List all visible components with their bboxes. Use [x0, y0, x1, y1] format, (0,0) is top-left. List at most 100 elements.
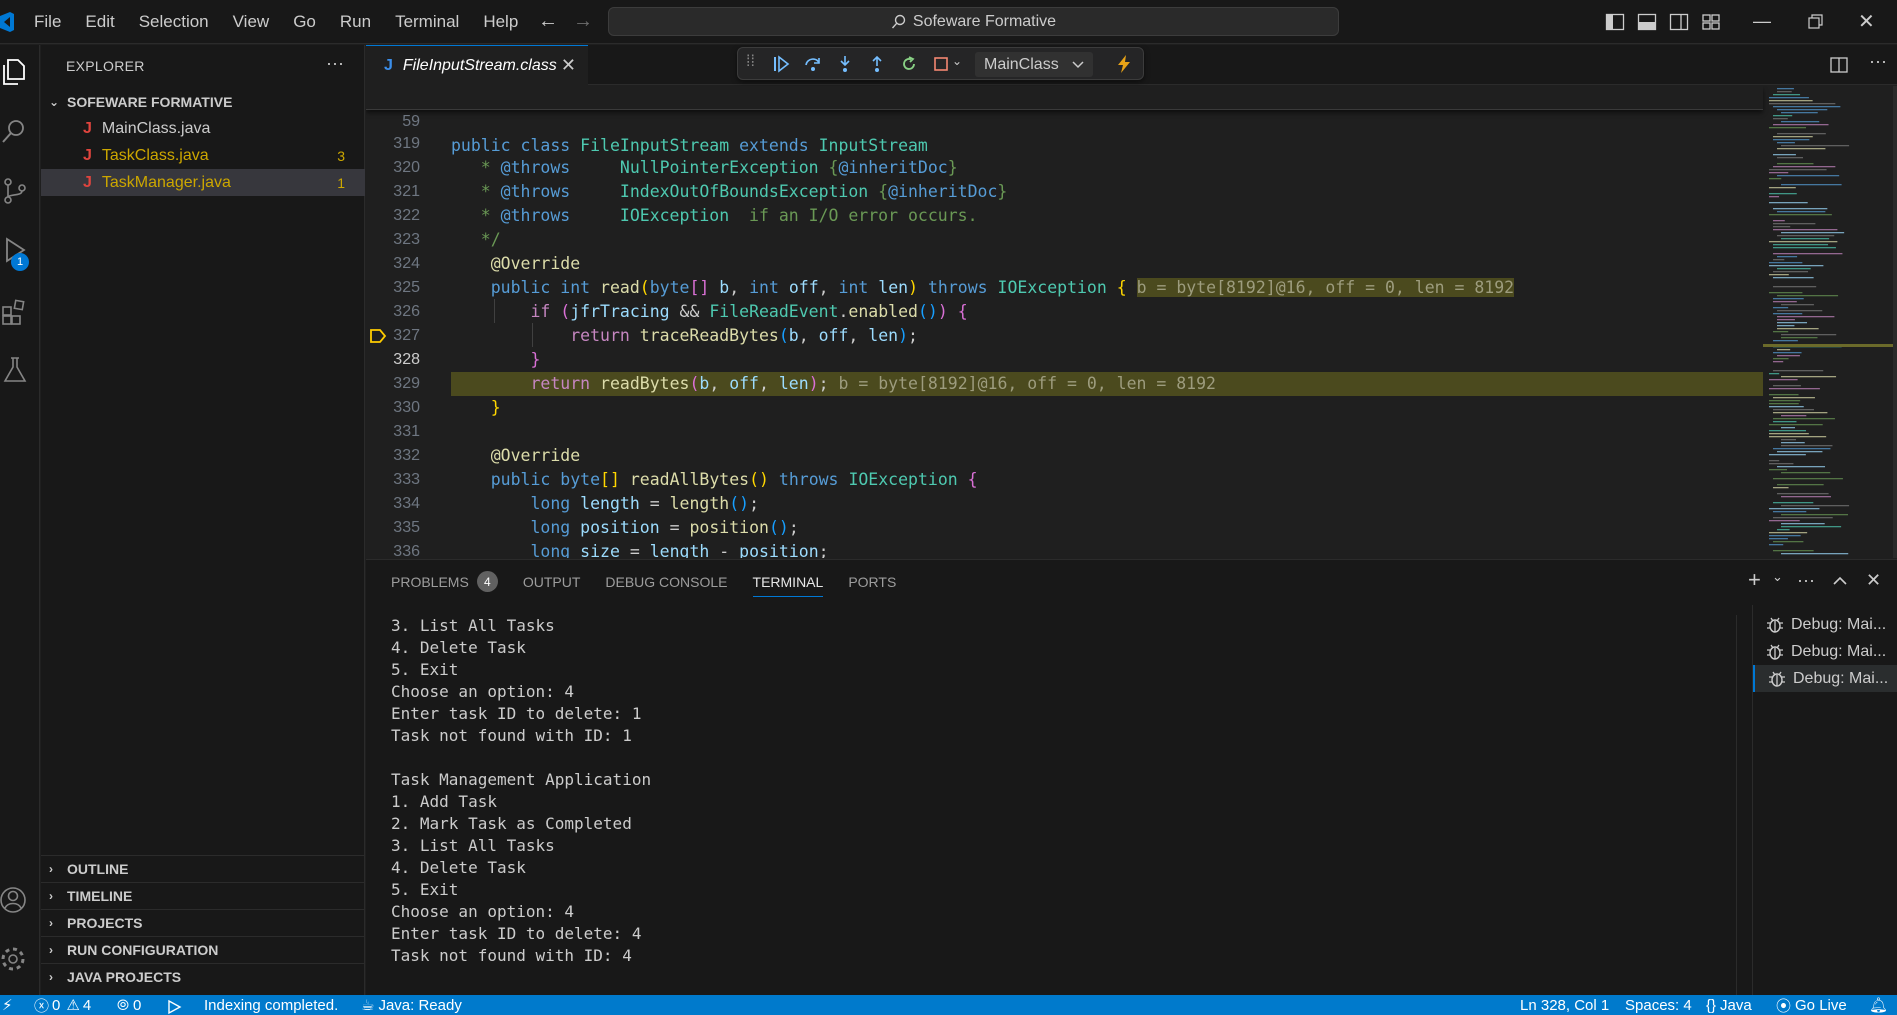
- testing-flask-icon[interactable]: [0, 355, 30, 385]
- code-line[interactable]: 335 long size = length - position;: [366, 492, 1763, 558]
- language-mode[interactable]: {} Java: [1706, 995, 1752, 1015]
- code-line[interactable]: 332 public byte[] readAllBytes() throws …: [366, 420, 1763, 489]
- continue-icon[interactable]: [771, 54, 791, 74]
- code-line[interactable]: 319 * @throws NullPointerException {@inh…: [366, 108, 1763, 177]
- sticky-scroll-line[interactable]: 59 public class FileInputStream extends …: [366, 86, 1763, 155]
- explorer-files-icon[interactable]: [0, 57, 30, 87]
- debug-config-select[interactable]: MainClass: [975, 52, 1093, 77]
- manage-gear-icon[interactable]: [0, 944, 30, 974]
- notifications-bell-icon[interactable]: 🔔︎: [1869, 995, 1888, 1015]
- customize-layout-icon[interactable]: [1701, 12, 1721, 32]
- close-window-icon[interactable]: ✕: [1858, 9, 1875, 34]
- code-line[interactable]: 337 if (length <= 0 || size <= 0): [366, 540, 1763, 558]
- editor-more-actions-icon[interactable]: ···: [1869, 51, 1887, 72]
- tab-problems[interactable]: PROBLEMS 4: [391, 560, 498, 603]
- minimap[interactable]: [1763, 86, 1897, 558]
- step-into-icon[interactable]: [835, 54, 855, 74]
- tab-output[interactable]: OUTPUT: [523, 560, 581, 603]
- toggle-panel-icon[interactable]: [1637, 12, 1657, 32]
- code-editor[interactable]: 59 public class FileInputStream extends …: [366, 86, 1897, 558]
- command-center-search[interactable]: Sofeware Formative: [608, 7, 1339, 36]
- accounts-icon[interactable]: [0, 885, 30, 915]
- problems-status[interactable]: ⓧ 0 ⚠ 4: [34, 995, 91, 1015]
- search-sidebar-icon[interactable]: [0, 117, 30, 147]
- section-projects[interactable]: › PROJECTS: [41, 909, 365, 936]
- restore-window-icon[interactable]: [1805, 12, 1825, 32]
- code-line[interactable]: 327 }: [366, 300, 1763, 369]
- back-arrow-icon[interactable]: ←: [538, 10, 558, 33]
- menu-edit[interactable]: Edit: [73, 12, 126, 32]
- minimize-window-icon[interactable]: —: [1753, 11, 1771, 32]
- menu-run[interactable]: Run: [328, 12, 383, 32]
- indexing-status[interactable]: Indexing completed.: [204, 995, 338, 1015]
- code-line[interactable]: 322 */: [366, 180, 1763, 249]
- extensions-icon[interactable]: [0, 296, 30, 326]
- source-control-icon[interactable]: [0, 176, 30, 206]
- stop-dropdown-icon[interactable]: ⌄: [952, 54, 962, 68]
- code-line[interactable]: 326 return traceReadBytes(b, off, len);: [366, 276, 1763, 345]
- close-panel-icon[interactable]: ✕: [1866, 570, 1881, 591]
- debug-run-status-icon[interactable]: [165, 997, 185, 1015]
- remote-indicator-icon[interactable]: ⚡︎: [2, 995, 13, 1015]
- indentation-status[interactable]: Spaces: 4: [1625, 995, 1692, 1015]
- code-line[interactable]: 324 public int read(byte[] b, int off, i…: [366, 228, 1763, 297]
- panel-more-actions-icon[interactable]: ···: [1797, 570, 1815, 591]
- terminal-instance[interactable]: Debug: Mai...: [1753, 638, 1897, 665]
- tab-fileinputstream[interactable]: J FileInputStream.class ✕: [366, 45, 588, 85]
- section-java-projects[interactable]: › JAVA PROJECTS: [41, 963, 365, 990]
- menu-help[interactable]: Help: [471, 12, 530, 32]
- code-line[interactable]: 333 long length = length();: [366, 444, 1763, 513]
- hot-code-replace-icon[interactable]: [1114, 54, 1134, 74]
- java-status[interactable]: ☕︎ Java: Ready: [361, 995, 462, 1015]
- workspace-folder[interactable]: ⌄ SOFEWARE FORMATIVE: [41, 91, 365, 113]
- menu-terminal[interactable]: Terminal: [383, 12, 471, 32]
- menu-file[interactable]: File: [22, 12, 73, 32]
- section-timeline[interactable]: › TIMELINE: [41, 882, 365, 909]
- tab-ports[interactable]: PORTS: [848, 560, 896, 603]
- terminal-output[interactable]: 3. List All Tasks 4. Delete Task 5. Exit Ch…: [391, 615, 1491, 967]
- minimap-line: [1773, 229, 1838, 231]
- code-line[interactable]: 331 @Override: [366, 396, 1763, 465]
- terminal-profile-chevron-icon[interactable]: ⌄: [1772, 569, 1783, 585]
- menu-view[interactable]: View: [221, 12, 282, 32]
- section-outline[interactable]: › OUTLINE: [41, 855, 365, 882]
- terminal-instance-active[interactable]: Debug: Mai...: [1753, 665, 1897, 692]
- explorer-more-actions-icon[interactable]: ···: [326, 53, 344, 74]
- code-line[interactable]: 329 }: [366, 348, 1763, 417]
- tab-terminal[interactable]: TERMINAL: [752, 560, 823, 603]
- terminal-instance[interactable]: Debug: Mai...: [1753, 611, 1897, 638]
- maximize-panel-chevron-up-icon[interactable]: [1832, 574, 1848, 588]
- drag-handle-icon[interactable]: ⁞⁞: [746, 53, 755, 71]
- section-run-configuration[interactable]: › RUN CONFIGURATION: [41, 936, 365, 963]
- step-over-icon[interactable]: [803, 54, 823, 74]
- minimap-line: [1769, 196, 1780, 198]
- split-editor-icon[interactable]: [1829, 55, 1849, 75]
- toggle-primary-sidebar-icon[interactable]: [1605, 12, 1625, 32]
- tab-debug-console[interactable]: DEBUG CONSOLE: [605, 560, 727, 603]
- terminal-scrollbar[interactable]: [1733, 615, 1743, 995]
- code-line[interactable]: 334 long position = position();: [366, 468, 1763, 537]
- file-taskclass[interactable]: J TaskClass.java 3: [41, 142, 365, 169]
- toggle-secondary-sidebar-icon[interactable]: [1669, 12, 1689, 32]
- new-terminal-plus-icon[interactable]: +: [1748, 567, 1761, 593]
- code-line[interactable]: 323 @Override: [366, 204, 1763, 273]
- step-out-icon[interactable]: [867, 54, 887, 74]
- code-line[interactable]: 325 if (jfrTracing && FileReadEvent.enab…: [366, 252, 1763, 321]
- vscode-logo-icon[interactable]: [0, 12, 14, 32]
- forward-arrow-icon[interactable]: →: [573, 10, 593, 33]
- code-line-current[interactable]: 328 return readBytes(b, off, len); b = b…: [366, 324, 1763, 396]
- stop-icon[interactable]: [931, 54, 951, 74]
- close-tab-icon[interactable]: ✕: [561, 55, 576, 76]
- code-line[interactable]: 336: [366, 516, 1763, 558]
- cursor-position[interactable]: Ln 328, Col 1: [1520, 995, 1609, 1015]
- menu-selection[interactable]: Selection: [127, 12, 221, 32]
- code-line[interactable]: 321 * @throws IOException if an I/O erro…: [366, 156, 1763, 225]
- menu-go[interactable]: Go: [281, 12, 328, 32]
- go-live-button[interactable]: ⦿ Go Live: [1776, 995, 1847, 1015]
- restart-icon[interactable]: [899, 54, 919, 74]
- file-taskmanager[interactable]: J TaskManager.java 1: [41, 169, 365, 196]
- ports-status[interactable]: ⦾ 0: [117, 995, 141, 1015]
- panel-tabs: PROBLEMS 4 OUTPUT DEBUG CONSOLE TERMINAL …: [366, 560, 896, 603]
- code-line[interactable]: 330: [366, 372, 1763, 416]
- file-mainclass[interactable]: J MainClass.java: [41, 115, 365, 142]
